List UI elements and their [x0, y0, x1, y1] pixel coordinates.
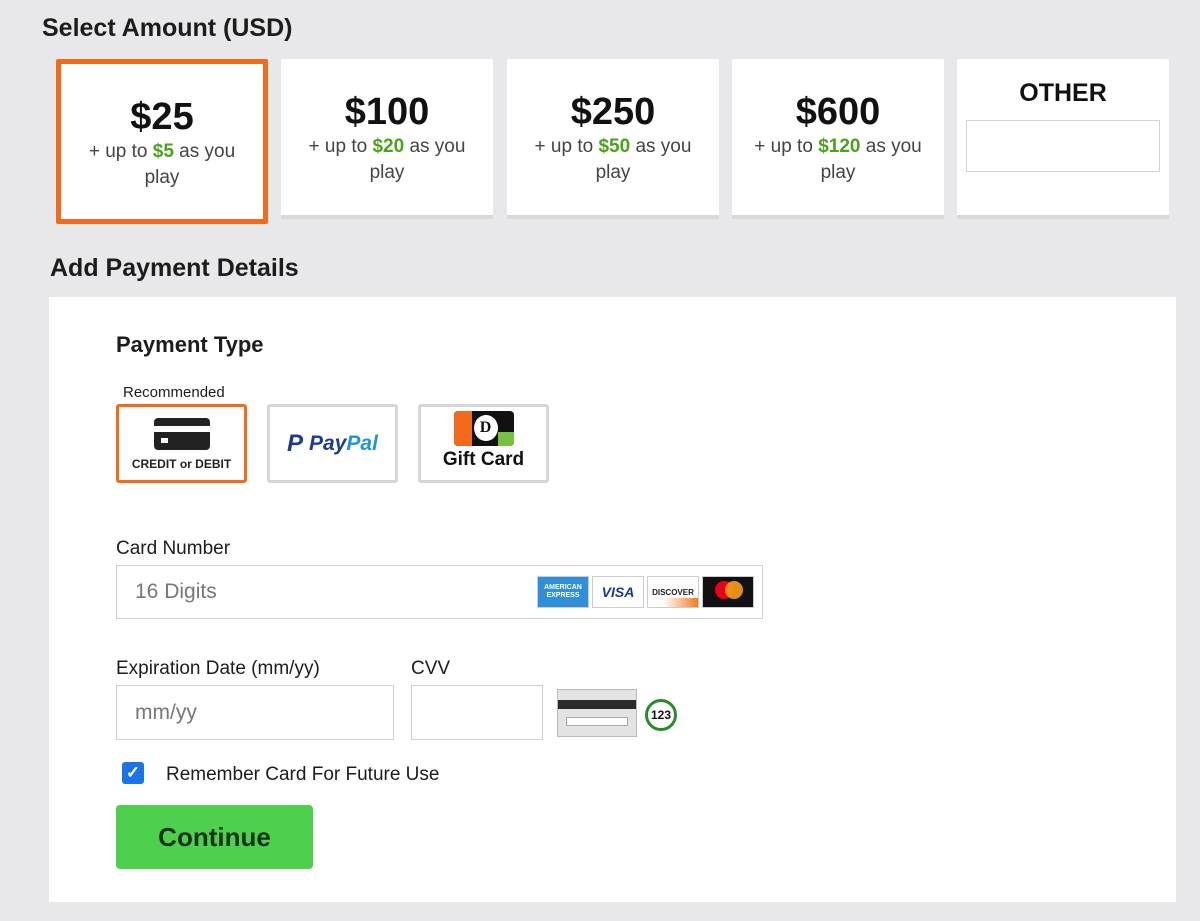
credit-card-icon — [153, 418, 210, 450]
recommended-label: Recommended — [123, 384, 225, 401]
gift-card-label: Gift Card — [442, 449, 525, 470]
amount-option-100[interactable]: $100 + up to $20 as you play — [281, 59, 493, 219]
expiration-date-input[interactable] — [116, 685, 394, 740]
other-amount-input[interactable] — [966, 120, 1160, 172]
cvv-hint-icon: 123 — [557, 687, 682, 747]
amount-option-250[interactable]: $250 + up to $50 as you play — [507, 59, 719, 219]
accepted-cards: AMERICAN EXPRESS VISA DISCOVER — [537, 576, 754, 608]
amount-value: $25 — [130, 96, 194, 138]
other-amount-label: OTHER — [1019, 79, 1107, 107]
cvv-input[interactable] — [411, 685, 543, 740]
amount-bonus: + up to $120 as you play — [754, 136, 922, 183]
amount-value: $600 — [795, 91, 881, 133]
amount-value: $250 — [570, 91, 656, 133]
amount-bonus: + up to $20 as you play — [308, 136, 466, 183]
payment-method-paypal[interactable]: P PayPal — [267, 404, 398, 483]
amount-value: $100 — [344, 91, 430, 133]
paypal-logo: PayPal — [309, 431, 378, 455]
remember-card-checkbox[interactable]: ✓ — [122, 762, 144, 784]
payment-method-credit-debit[interactable]: CREDIT or DEBIT — [116, 404, 247, 483]
payment-details-panel: Payment Type Recommended CREDIT or DEBIT… — [49, 297, 1176, 902]
amount-option-25[interactable]: $25 + up to $5 as you play — [56, 59, 268, 224]
credit-debit-label: CREDIT or DEBIT — [131, 457, 232, 471]
select-amount-title: Select Amount (USD) — [42, 14, 293, 42]
card-number-label: Card Number — [116, 538, 231, 559]
cvv-label: CVV — [411, 658, 451, 679]
visa-logo-icon: VISA — [592, 576, 644, 608]
amount-option-other[interactable]: OTHER — [957, 59, 1169, 219]
gift-card-icon: D — [453, 411, 514, 446]
mastercard-logo-icon — [702, 576, 754, 608]
continue-button[interactable]: Continue — [116, 805, 313, 869]
amex-logo-icon: AMERICAN EXPRESS — [537, 576, 589, 608]
paypal-icon: P — [287, 429, 304, 457]
discover-logo-icon: DISCOVER — [647, 576, 699, 608]
payment-type-label: Payment Type — [116, 332, 264, 357]
add-payment-details-title: Add Payment Details — [50, 254, 299, 282]
amount-option-600[interactable]: $600 + up to $120 as you play — [732, 59, 944, 219]
remember-card-label: Remember Card For Future Use — [166, 764, 440, 785]
amount-bonus: + up to $5 as you play — [88, 141, 236, 188]
payment-method-gift-card[interactable]: D Gift Card — [418, 404, 549, 483]
expiration-date-label: Expiration Date (mm/yy) — [116, 658, 320, 679]
amount-bonus: + up to $50 as you play — [534, 136, 692, 183]
